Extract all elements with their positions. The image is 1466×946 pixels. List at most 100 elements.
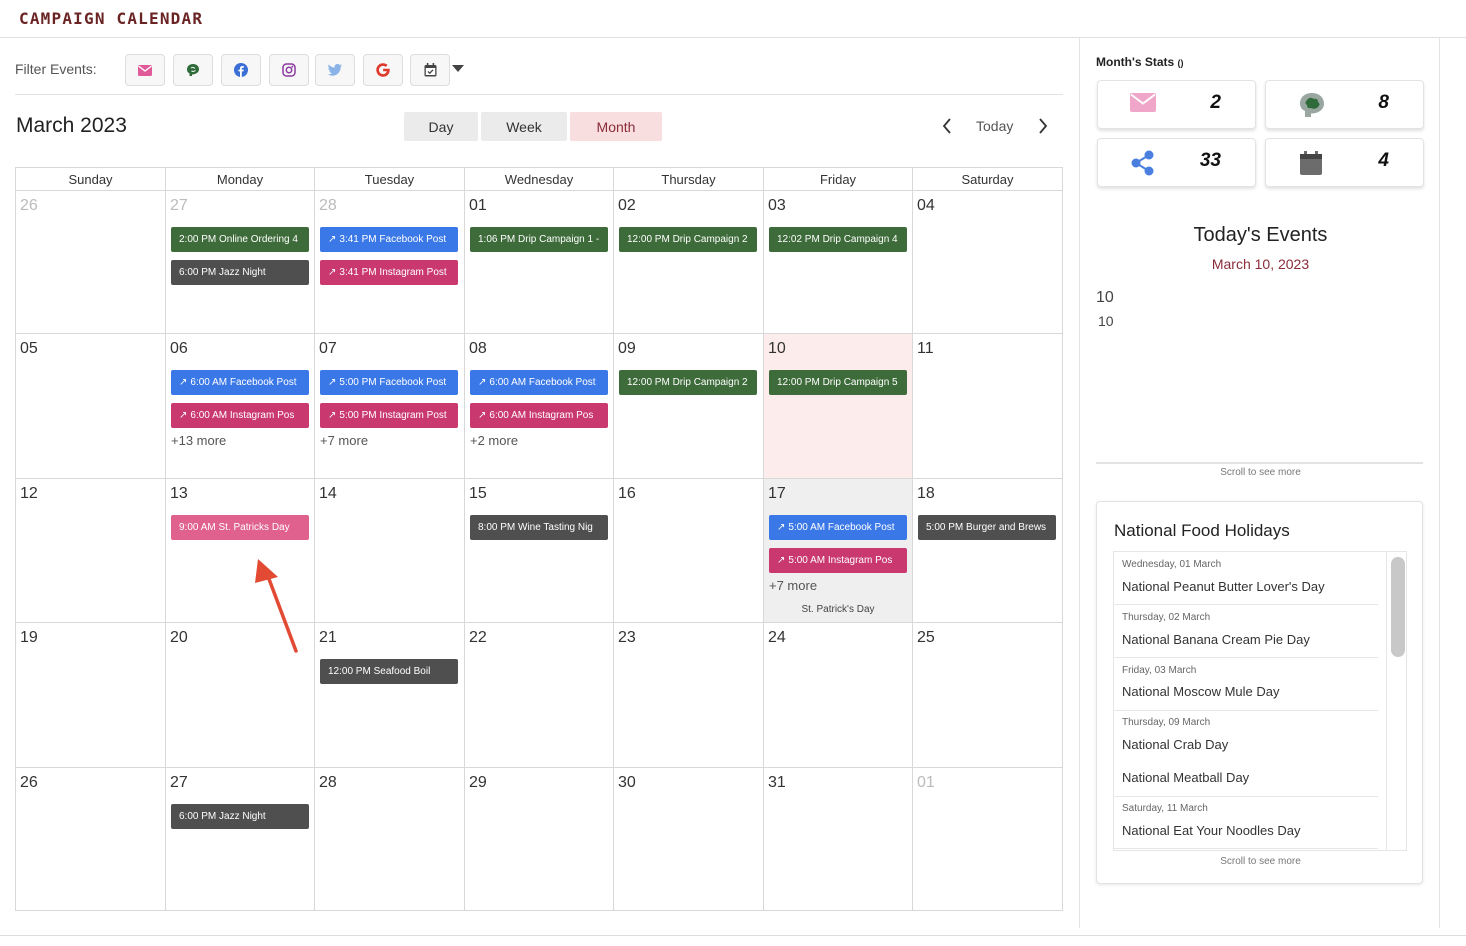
next-month-button[interactable]: [1036, 117, 1050, 140]
day-cell[interactable]: 21 12:00 PM Seafood Boil: [315, 623, 465, 768]
filter-bar: Filter Events:: [15, 51, 1063, 95]
calendar-event[interactable]: ↗ 6:00 AM Facebook Post: [171, 370, 309, 395]
facebook-icon: [234, 63, 248, 77]
today-button[interactable]: Today: [976, 118, 1013, 134]
food-holidays-list[interactable]: Wednesday, 01 March National Peanut Butt…: [1113, 551, 1407, 851]
more-events-link[interactable]: +7 more: [769, 578, 817, 593]
stat-calendar-value: 4: [1378, 150, 1389, 171]
calendar-event[interactable]: 12:00 PM Drip Campaign 2: [619, 227, 757, 252]
calendar-event[interactable]: 2:00 PM Online Ordering 4: [171, 227, 309, 252]
day-cell[interactable]: 09 12:00 PM Drip Campaign 2: [614, 334, 764, 479]
filter-twitter-button[interactable]: [315, 54, 355, 86]
calendar-event[interactable]: 12:00 PM Drip Campaign 5: [769, 370, 907, 395]
day-cell[interactable]: 28: [315, 768, 465, 910]
calendar-event[interactable]: 1:06 PM Drip Campaign 1 -: [470, 227, 608, 252]
day-cell[interactable]: 29: [465, 768, 614, 910]
calendar-event[interactable]: 8:00 PM Wine Tasting Nig: [470, 515, 608, 540]
calendar-event[interactable]: 6:00 PM Jazz Night: [171, 804, 309, 829]
day-cell[interactable]: 18 5:00 PM Burger and Brews: [913, 479, 1062, 623]
event-label: 12:00 PM Drip Campaign 2: [627, 377, 748, 388]
more-events-link[interactable]: +2 more: [470, 433, 518, 448]
day-cell[interactable]: 30: [614, 768, 764, 910]
day-cell[interactable]: 14: [315, 479, 465, 623]
day-cell[interactable]: 16: [614, 479, 764, 623]
day-cell[interactable]: 08 ↗ 6:00 AM Facebook Post ↗ 6:00 AM Instagr…: [465, 334, 614, 479]
event-label: 8:00 PM Wine Tasting Nig: [478, 522, 593, 533]
day-cell[interactable]: 27 2:00 PM Online Ordering 4 6:00 PM Jazz …: [166, 191, 315, 334]
filter-instagram-button[interactable]: [269, 54, 309, 86]
filter-dropdown-caret-icon[interactable]: [452, 65, 464, 72]
day-cell[interactable]: 06 ↗ 6:00 AM Facebook Post ↗ 6:00 AM Instagr…: [166, 334, 315, 479]
filter-google-button[interactable]: [363, 54, 403, 86]
link-icon: ↗: [328, 234, 337, 245]
filter-brain-button[interactable]: [173, 54, 213, 86]
list-item: Wednesday, 01 March National Peanut Butt…: [1114, 552, 1378, 605]
day-cell[interactable]: 15 8:00 PM Wine Tasting Nig: [465, 479, 614, 623]
day-cell[interactable]: 04: [913, 191, 1062, 334]
calendar-event[interactable]: ↗ 5:00 PM Facebook Post: [320, 370, 458, 395]
event-label: 3:41 PM Instagram Post: [339, 267, 447, 278]
stat-card-brain: 8: [1265, 80, 1424, 129]
view-day-button[interactable]: Day: [404, 112, 478, 141]
day-cell[interactable]: 19: [16, 623, 166, 768]
event-label: 12:02 PM Drip Campaign 4: [777, 234, 898, 245]
event-label: 12:00 PM Drip Campaign 5: [777, 377, 898, 388]
filter-email-button[interactable]: [125, 54, 165, 86]
calendar-event[interactable]: ↗ 3:41 PM Instagram Post: [320, 260, 458, 285]
scrollbar-thumb[interactable]: [1391, 557, 1405, 657]
day-number: 07: [319, 340, 337, 357]
filter-label: Filter Events:: [15, 61, 97, 77]
day-cell[interactable]: 11: [913, 334, 1062, 479]
day-cell[interactable]: 31: [764, 768, 913, 910]
day-cell[interactable]: 27 6:00 PM Jazz Night: [166, 768, 315, 910]
day-cell[interactable]: 17 ↗ 5:00 AM Facebook Post ↗ 5:00 AM Instagr…: [764, 479, 913, 623]
calendar-event[interactable]: 6:00 PM Jazz Night: [171, 260, 309, 285]
day-cell[interactable]: 05: [16, 334, 166, 479]
event-label: 5:00 AM Instagram Pos: [788, 555, 893, 566]
calendar-event[interactable]: ↗ 3:41 PM Facebook Post: [320, 227, 458, 252]
brain-icon: [187, 64, 199, 76]
stat-brain-value: 8: [1378, 92, 1389, 113]
calendar-icon: [424, 63, 436, 77]
calendar-event[interactable]: 12:02 PM Drip Campaign 4: [769, 227, 907, 252]
more-events-link[interactable]: +7 more: [320, 433, 368, 448]
calendar-event[interactable]: ↗ 6:00 AM Facebook Post: [470, 370, 608, 395]
day-cell[interactable]: 12: [16, 479, 166, 623]
food-holidays-title: National Food Holidays: [1114, 521, 1290, 540]
filter-calendar-button[interactable]: [410, 54, 450, 86]
day-cell[interactable]: 22: [465, 623, 614, 768]
calendar-event[interactable]: 5:00 PM Burger and Brews: [918, 515, 1056, 540]
calendar-event[interactable]: ↗ 6:00 AM Instagram Pos: [171, 403, 309, 428]
day-cell[interactable]: 26: [16, 768, 166, 910]
prev-month-button[interactable]: [940, 117, 954, 140]
calendar-event[interactable]: 12:00 PM Seafood Boil: [320, 659, 458, 684]
day-number: 21: [319, 629, 337, 646]
view-week-button[interactable]: Week: [481, 112, 567, 141]
day-cell[interactable]: 25: [913, 623, 1062, 768]
link-icon: ↗: [478, 377, 487, 388]
calendar-event[interactable]: 9:00 AM St. Patricks Day: [171, 515, 309, 540]
day-cell[interactable]: 24: [764, 623, 913, 768]
day-cell[interactable]: 01 1:06 PM Drip Campaign 1 -: [465, 191, 614, 334]
filter-facebook-button[interactable]: [221, 54, 261, 86]
day-cell[interactable]: 10 12:00 PM Drip Campaign 5: [764, 334, 913, 479]
more-events-link[interactable]: +13 more: [171, 433, 226, 448]
event-label: 6:00 PM Jazz Night: [179, 267, 266, 278]
event-label: 1:06 PM Drip Campaign 1 -: [478, 234, 600, 245]
calendar-event[interactable]: 12:00 PM Drip Campaign 2: [619, 370, 757, 395]
day-cell[interactable]: 02 12:00 PM Drip Campaign 2: [614, 191, 764, 334]
day-cell[interactable]: 28 ↗ 3:41 PM Facebook Post ↗ 3:41 PM Instagr…: [315, 191, 465, 334]
event-label: 6:00 AM Facebook Post: [489, 377, 596, 388]
day-cell[interactable]: 03 12:02 PM Drip Campaign 4: [764, 191, 913, 334]
view-month-button[interactable]: Month: [570, 112, 662, 141]
event-label: 5:00 PM Burger and Brews: [926, 522, 1047, 533]
calendar-event[interactable]: ↗ 5:00 PM Instagram Post: [320, 403, 458, 428]
calendar-event[interactable]: ↗ 6:00 AM Instagram Pos: [470, 403, 608, 428]
day-cell[interactable]: 23: [614, 623, 764, 768]
day-cell[interactable]: 26: [16, 191, 166, 334]
calendar-event[interactable]: ↗ 5:00 AM Facebook Post: [769, 515, 907, 540]
food-holidays-scrollbar[interactable]: [1386, 552, 1406, 850]
calendar-event[interactable]: ↗ 5:00 AM Instagram Pos: [769, 548, 907, 573]
day-cell[interactable]: 07 ↗ 5:00 PM Facebook Post ↗ 5:00 PM Instagr…: [315, 334, 465, 479]
day-cell[interactable]: 01: [913, 768, 1062, 910]
